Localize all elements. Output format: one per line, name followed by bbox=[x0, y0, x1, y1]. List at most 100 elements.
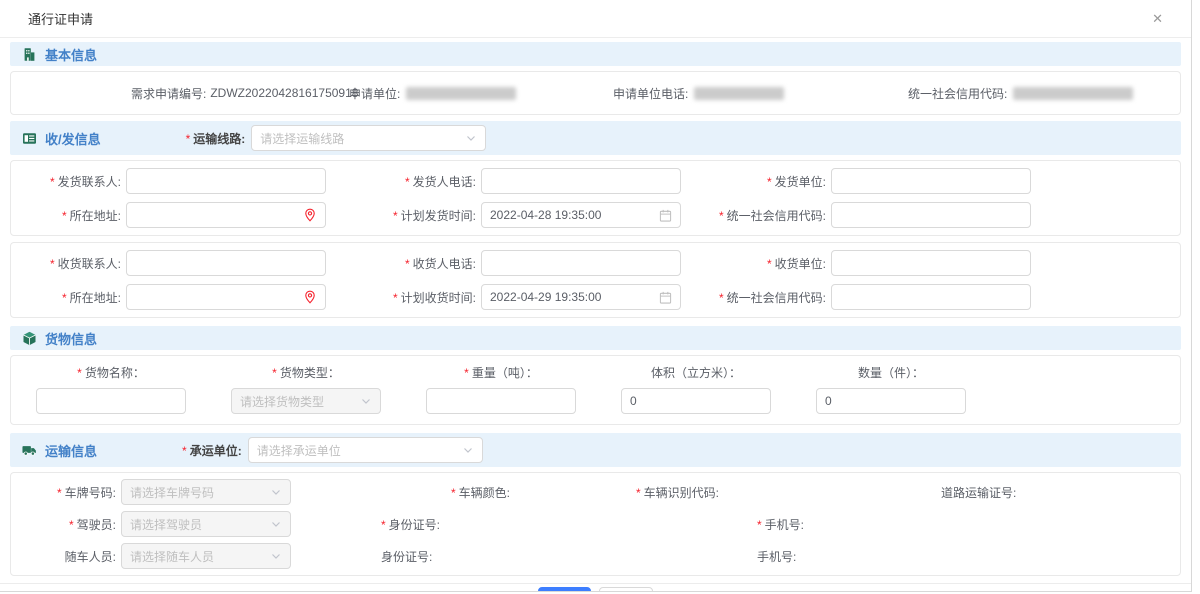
chevron-down-icon bbox=[270, 518, 282, 530]
receiver-info-box: *收货联系人: *收货人电话: *收货单位: *所在地址: bbox=[10, 242, 1181, 318]
receiver-address-text[interactable] bbox=[135, 290, 303, 304]
cargo-volume-input[interactable] bbox=[621, 388, 771, 414]
calendar-icon bbox=[659, 209, 672, 222]
close-icon[interactable]: ✕ bbox=[1152, 12, 1163, 25]
sender-ship-time-picker[interactable]: 2022-04-28 19:35:00 bbox=[481, 202, 681, 228]
receiver-phone-label: *收货人电话: bbox=[366, 255, 481, 272]
transport-row-3: 随车人员: 请选择随车人员 身份证号: 手机号: bbox=[11, 543, 1180, 569]
cargo-name-label: *货物名称： bbox=[77, 364, 145, 381]
passenger-select[interactable]: 请选择随车人员 bbox=[121, 543, 291, 569]
driver-id-label: *身份证号: bbox=[381, 516, 440, 533]
driver-label: *驾驶员: bbox=[11, 516, 121, 533]
receiver-phone-input[interactable] bbox=[481, 250, 681, 276]
receiver-row-1: *收货联系人: *收货人电话: *收货单位: bbox=[11, 250, 1180, 276]
sender-phone-field: *发货人电话: bbox=[366, 168, 716, 194]
credit-code-redacted-value bbox=[1013, 87, 1133, 100]
building-icon bbox=[22, 47, 37, 62]
cargo-type-select[interactable]: 请选择货物类型 bbox=[231, 388, 381, 414]
sender-address-text[interactable] bbox=[135, 208, 303, 222]
receiver-credit-label: *统一社会信用代码: bbox=[716, 289, 831, 306]
road-permit-field: 道路运输证号: bbox=[911, 484, 1180, 501]
plate-number-placeholder: 请选择车牌号码 bbox=[130, 484, 214, 501]
sender-credit-field: *统一社会信用代码: bbox=[716, 202, 1180, 228]
cargo-volume-label: 体积（立方米）： bbox=[651, 364, 741, 381]
plate-number-field: *车牌号码: 请选择车牌号码 bbox=[11, 479, 311, 505]
footer-action-bar: 提交 重置 bbox=[0, 583, 1191, 592]
cargo-name-input[interactable] bbox=[36, 388, 186, 414]
receiver-phone-field: *收货人电话: bbox=[366, 250, 716, 276]
sender-phone-input[interactable] bbox=[481, 168, 681, 194]
section-header-basic-info: 基本信息 bbox=[10, 42, 1181, 66]
sender-address-input[interactable] bbox=[126, 202, 326, 228]
passenger-id-label: 身份证号: bbox=[381, 548, 432, 565]
driver-phone-field: *手机号: bbox=[611, 516, 911, 533]
cargo-volume-field: 体积（立方米）： bbox=[621, 364, 771, 414]
receiver-company-input[interactable] bbox=[831, 250, 1031, 276]
location-pin-icon[interactable] bbox=[303, 290, 317, 304]
sender-ship-time-field: *计划发货时间: 2022-04-28 19:35:00 bbox=[366, 202, 716, 228]
submit-button[interactable]: 提交 bbox=[538, 587, 590, 593]
vin-label: *车辆识别代码: bbox=[636, 484, 719, 501]
transport-info-box: *车牌号码: 请选择车牌号码 *车辆颜色: *车辆识别代码: 道路运输证号: bbox=[10, 472, 1181, 576]
sender-contact-input[interactable] bbox=[126, 168, 326, 194]
vehicle-color-field: *车辆颜色: bbox=[311, 484, 611, 501]
section-title-transport: 运输信息 bbox=[45, 441, 97, 460]
apply-phone-label: 申请单位电话: bbox=[613, 85, 688, 102]
receiver-address-input[interactable] bbox=[126, 284, 326, 310]
receiver-credit-input[interactable] bbox=[831, 284, 1031, 310]
driver-phone-label: *手机号: bbox=[757, 516, 804, 533]
section-header-transport: 运输信息 *承运单位: 请选择承运单位 bbox=[10, 433, 1181, 467]
driver-select[interactable]: 请选择驾驶员 bbox=[121, 511, 291, 537]
location-pin-icon[interactable] bbox=[303, 208, 317, 222]
vehicle-color-label: *车辆颜色: bbox=[451, 484, 510, 501]
sender-info-box: *发货联系人: *发货人电话: *发货单位: *所在地址: bbox=[10, 160, 1181, 236]
receiver-contact-field: *收货联系人: bbox=[11, 250, 366, 276]
passenger-phone-field: 手机号: bbox=[611, 548, 911, 565]
road-permit-label: 道路运输证号: bbox=[941, 484, 1016, 501]
cargo-weight-label: *重量（吨）： bbox=[464, 364, 538, 381]
cargo-quantity-field: 数量（件）： bbox=[816, 364, 966, 414]
cargo-type-label: *货物类型： bbox=[272, 364, 340, 381]
carrier-placeholder: 请选择承运单位 bbox=[257, 442, 341, 459]
sender-row-1: *发货联系人: *发货人电话: *发货单位: bbox=[11, 168, 1180, 194]
receiver-contact-label: *收货联系人: bbox=[11, 255, 126, 272]
cargo-name-field: *货物名称： bbox=[36, 364, 186, 414]
apply-unit-redacted-value bbox=[406, 87, 516, 100]
cargo-quantity-input[interactable] bbox=[816, 388, 966, 414]
receiver-contact-input[interactable] bbox=[126, 250, 326, 276]
sender-ship-time-label: *计划发货时间: bbox=[366, 207, 481, 224]
section-header-send-receive: 收/发信息 *运输线路: 请选择运输线路 bbox=[10, 121, 1181, 155]
request-number-value: ZDWZ20220428161750918 bbox=[210, 86, 358, 100]
receiver-time-value: 2022-04-29 19:35:00 bbox=[490, 290, 659, 304]
transport-route-field: *运输线路: 请选择运输线路 bbox=[186, 125, 487, 151]
receiver-address-label: *所在地址: bbox=[11, 289, 126, 306]
request-number-field: 需求申请编号: ZDWZ20220428161750918 bbox=[11, 85, 341, 102]
cargo-quantity-label: 数量（件）： bbox=[858, 364, 924, 381]
calendar-icon bbox=[659, 291, 672, 304]
section-title-basic: 基本信息 bbox=[45, 45, 97, 64]
cargo-weight-input[interactable] bbox=[426, 388, 576, 414]
apply-phone-redacted-value bbox=[694, 87, 784, 100]
driver-id-field: *身份证号: bbox=[311, 516, 611, 533]
sender-credit-input[interactable] bbox=[831, 202, 1031, 228]
sender-contact-field: *发货联系人: bbox=[11, 168, 366, 194]
transport-row-2: *驾驶员: 请选择驾驶员 *身份证号: *手机号: bbox=[11, 511, 1180, 537]
receiver-credit-field: *统一社会信用代码: bbox=[716, 284, 1180, 310]
chevron-down-icon bbox=[360, 395, 372, 407]
carrier-field: *承运单位: 请选择承运单位 bbox=[182, 437, 483, 463]
receiver-row-2: *所在地址: *计划收货时间: 2022-04-29 19:35:00 *统一社… bbox=[11, 284, 1180, 310]
sender-company-label: *发货单位: bbox=[716, 173, 831, 190]
carrier-select[interactable]: 请选择承运单位 bbox=[248, 437, 483, 463]
title-bar: 通行证申请 ✕ bbox=[0, 0, 1191, 38]
plate-number-select[interactable]: 请选择车牌号码 bbox=[121, 479, 291, 505]
receiver-company-label: *收货单位: bbox=[716, 255, 831, 272]
sender-company-input[interactable] bbox=[831, 168, 1031, 194]
sender-contact-label: *发货联系人: bbox=[11, 173, 126, 190]
reset-button[interactable]: 重置 bbox=[599, 587, 653, 593]
receiver-time-picker[interactable]: 2022-04-29 19:35:00 bbox=[481, 284, 681, 310]
transport-route-select[interactable]: 请选择运输线路 bbox=[251, 125, 486, 151]
cargo-info-box: *货物名称： *货物类型： 请选择货物类型 *重量（吨）： 体积（立方米）： 数… bbox=[10, 355, 1181, 425]
driver-placeholder: 请选择驾驶员 bbox=[130, 516, 202, 533]
section-title-send-receive: 收/发信息 bbox=[45, 129, 101, 148]
cargo-cube-icon bbox=[22, 331, 37, 346]
